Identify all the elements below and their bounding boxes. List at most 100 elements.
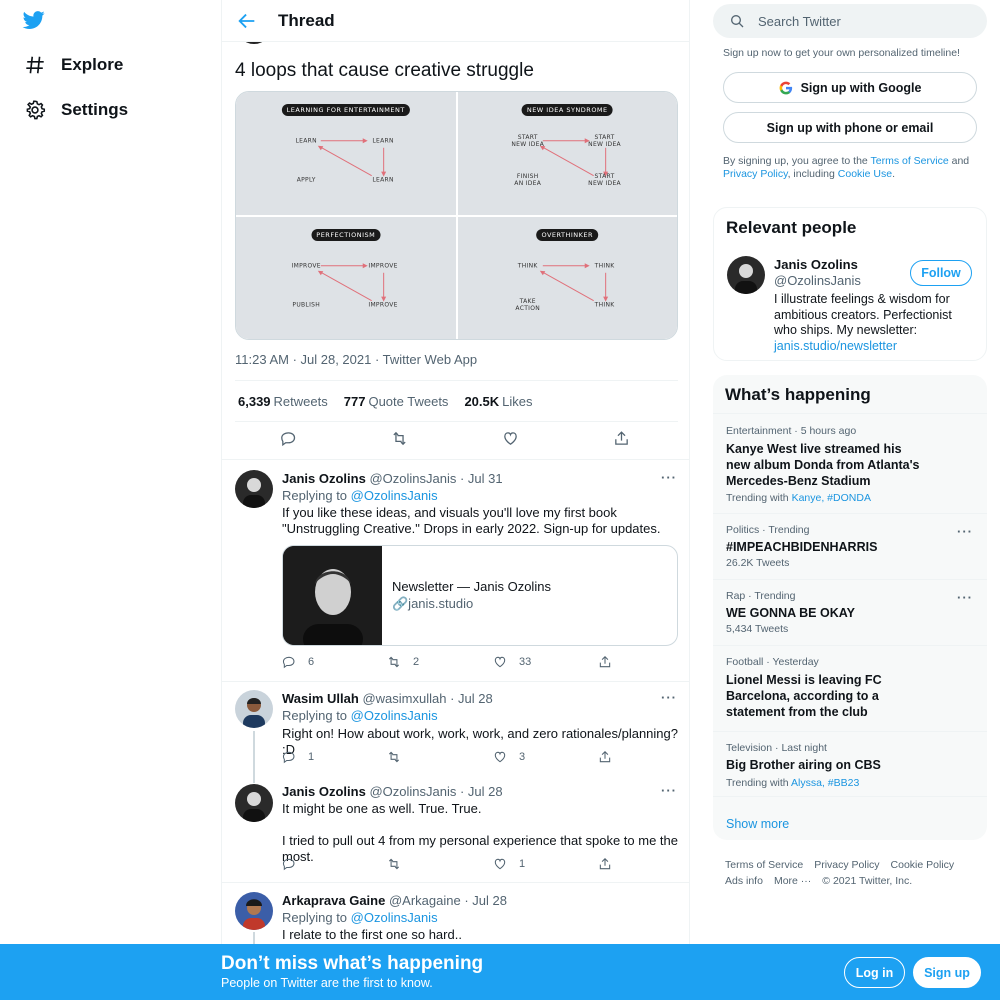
retweet-icon bbox=[393, 431, 406, 446]
retweet-button[interactable]: 2 bbox=[387, 655, 419, 669]
share-button[interactable] bbox=[598, 655, 612, 669]
nav-item-explore[interactable]: Explore bbox=[24, 50, 123, 80]
search-placeholder: Search Twitter bbox=[758, 13, 841, 29]
divider bbox=[222, 681, 689, 682]
footer-more-button[interactable]: More ··· bbox=[774, 875, 811, 887]
loop-step-label: IMPROVE bbox=[368, 301, 398, 309]
nav-item-settings[interactable]: Settings bbox=[24, 95, 128, 125]
relevant-people-panel: Relevant people Janis Ozolins @OzolinsJa… bbox=[713, 207, 987, 361]
trend-item[interactable]: Rap · Trending WE GONNA BE OKAY 5,434 Tw… bbox=[713, 579, 987, 644]
quote-tweets-stat[interactable]: 777 Quote Tweets bbox=[344, 394, 449, 409]
like-button[interactable]: 1 bbox=[493, 857, 525, 871]
signup-box: Sign up now to get your own personalized… bbox=[713, 42, 987, 197]
back-arrow-icon[interactable] bbox=[236, 10, 258, 32]
reply-icon bbox=[282, 751, 295, 764]
loop-step-label: TAKE ACTION bbox=[515, 297, 541, 312]
like-button[interactable]: 33 bbox=[493, 655, 531, 669]
loop-step-label: THINK bbox=[517, 262, 538, 269]
share-button[interactable] bbox=[598, 750, 612, 764]
signup-button[interactable]: Sign up bbox=[913, 957, 981, 988]
footer-cookie-link[interactable]: Cookie Policy bbox=[891, 859, 955, 871]
copyright: © 2021 Twitter, Inc. bbox=[822, 875, 913, 887]
retweets-stat[interactable]: 6,339 Retweets bbox=[238, 394, 328, 409]
person-handle: @OzolinsJanis bbox=[774, 273, 861, 288]
share-button[interactable] bbox=[598, 857, 612, 871]
retweet-icon bbox=[388, 656, 400, 668]
person-name[interactable]: Janis Ozolins bbox=[774, 257, 858, 272]
avatar[interactable] bbox=[235, 784, 273, 822]
left-navigation: Explore Settings bbox=[0, 0, 221, 1000]
more-options-button[interactable]: ··· bbox=[661, 690, 677, 705]
author-name[interactable]: Janis Ozolins bbox=[282, 471, 366, 486]
share-icon bbox=[599, 656, 611, 668]
more-options-button[interactable]: ··· bbox=[661, 783, 677, 798]
avatar[interactable] bbox=[727, 256, 765, 294]
tweet-media[interactable]: LEARNING FOR ENTERTAINMENT LEARN LEARN APPL… bbox=[235, 91, 678, 340]
footer-terms-link[interactable]: Terms of Service bbox=[725, 859, 803, 871]
reply-button[interactable] bbox=[280, 430, 297, 447]
twitter-logo-icon[interactable] bbox=[22, 9, 46, 31]
link-card[interactable]: Newsletter — Janis Ozolins 🔗janis.studio bbox=[282, 545, 678, 646]
tweet-actions bbox=[222, 430, 689, 452]
reply-button[interactable] bbox=[282, 857, 296, 871]
author-name[interactable]: Janis Ozolins bbox=[282, 784, 366, 799]
cookie-link[interactable]: Cookie Use bbox=[838, 168, 892, 180]
avatar[interactable] bbox=[235, 470, 273, 508]
loop-step-label: IMPROVE bbox=[368, 262, 398, 269]
reply-button[interactable]: 1 bbox=[282, 750, 314, 764]
loop-step-label: START NEW IDEA bbox=[588, 173, 621, 188]
share-icon bbox=[599, 858, 611, 870]
reply-text: Right on! How about work, work, work, an… bbox=[282, 726, 678, 757]
trend-item[interactable]: Entertainment · 5 hours ago Kanye West l… bbox=[713, 413, 987, 512]
more-options-button[interactable]: ··· bbox=[661, 470, 677, 485]
like-button[interactable] bbox=[502, 430, 519, 447]
privacy-link[interactable]: Privacy Policy bbox=[723, 168, 788, 180]
reply-button[interactable]: 6 bbox=[282, 655, 314, 669]
likes-stat[interactable]: 20.5K Likes bbox=[464, 394, 532, 409]
person-bio: I illustrate feelings & wisdom for ambit… bbox=[774, 292, 952, 353]
login-button[interactable]: Log in bbox=[844, 957, 905, 988]
footer-privacy-link[interactable]: Privacy Policy bbox=[814, 859, 879, 871]
trend-item[interactable]: Television · Last night Big Brother airi… bbox=[713, 731, 987, 795]
reply-icon bbox=[282, 656, 295, 669]
reply-text: I tried to pull out 4 from my personal e… bbox=[282, 833, 678, 864]
signup-legal-text: By signing up, you agree to the Terms of… bbox=[723, 155, 970, 180]
footer-ads-link[interactable]: Ads info bbox=[725, 875, 763, 887]
panel-title: What’s happening bbox=[725, 385, 871, 404]
like-button[interactable]: 3 bbox=[493, 750, 525, 764]
retweet-button[interactable] bbox=[391, 430, 408, 447]
thread-column: Thread 4 loops that cause creative strug… bbox=[221, 0, 690, 1000]
reply-header: Arkaprava Gaine @Arkagaine · Jul 28 bbox=[282, 893, 507, 908]
hash-icon bbox=[26, 56, 44, 74]
trend-item[interactable]: Politics · Trending #IMPEACHBIDENHARRIS … bbox=[713, 513, 987, 578]
signup-phone-button[interactable]: Sign up with phone or email bbox=[723, 112, 977, 143]
avatar[interactable] bbox=[235, 690, 273, 728]
footer-links: Terms of Service Privacy Policy Cookie Pol… bbox=[725, 857, 985, 889]
more-options-button[interactable]: ··· bbox=[957, 524, 973, 539]
nav-label: Explore bbox=[61, 55, 124, 74]
retweet-icon bbox=[388, 751, 400, 763]
divider bbox=[235, 421, 678, 422]
loop-step-label: LEARN bbox=[372, 176, 394, 184]
avatar[interactable] bbox=[235, 892, 273, 930]
retweet-button[interactable] bbox=[387, 857, 401, 871]
share-button[interactable] bbox=[613, 430, 630, 447]
author-name[interactable]: Arkaprava Gaine bbox=[282, 893, 385, 908]
more-options-button[interactable]: ··· bbox=[957, 590, 973, 605]
divider bbox=[235, 380, 678, 381]
author-name[interactable]: Wasim Ullah bbox=[282, 691, 359, 706]
search-input[interactable]: Search Twitter bbox=[713, 4, 987, 38]
panel-title: PERFECTIONISM bbox=[311, 228, 381, 241]
trend-item[interactable]: Football · Yesterday Lionel Messi is lea… bbox=[713, 645, 987, 730]
tweet-timestamp[interactable]: 11:23 AM · Jul 28, 2021 · Twitter Web Ap… bbox=[235, 352, 477, 367]
signup-google-button[interactable]: Sign up with Google bbox=[723, 72, 977, 103]
follow-button[interactable]: Follow bbox=[910, 260, 972, 286]
loop-step-label: PUBLISH bbox=[292, 301, 321, 309]
terms-link[interactable]: Terms of Service bbox=[871, 155, 949, 167]
gear-icon bbox=[26, 100, 46, 120]
share-icon bbox=[599, 751, 611, 763]
google-icon bbox=[779, 81, 792, 94]
bio-link[interactable]: janis.studio/newsletter bbox=[774, 339, 897, 353]
show-more-link[interactable]: Show more bbox=[726, 817, 789, 831]
retweet-button[interactable] bbox=[387, 750, 401, 764]
